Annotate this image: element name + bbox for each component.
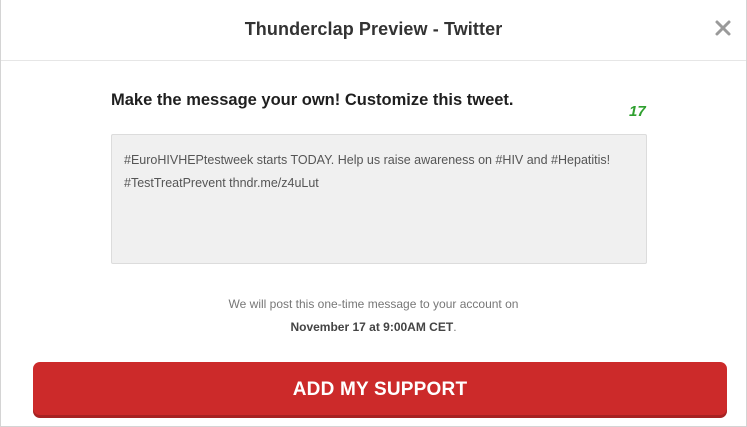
schedule-period: . bbox=[453, 320, 457, 334]
character-count: 17 bbox=[629, 103, 646, 120]
dialog-title: Thunderclap Preview - Twitter bbox=[244, 19, 503, 39]
schedule-note-text: We will post this one-time message to yo… bbox=[228, 297, 519, 311]
dialog-header: Thunderclap Preview - Twitter bbox=[1, 0, 746, 61]
close-icon bbox=[715, 20, 731, 36]
tweet-textarea[interactable]: #EuroHIVHEPtestweek starts TODAY. Help u… bbox=[111, 134, 647, 264]
close-button[interactable] bbox=[712, 17, 734, 39]
add-my-support-button[interactable]: ADD MY SUPPORT bbox=[33, 362, 727, 418]
schedule-note: We will post this one-time message to yo… bbox=[1, 293, 746, 339]
schedule-date: November 17 at 9:00AM CET bbox=[290, 320, 454, 334]
thunderclap-preview-dialog: Thunderclap Preview - Twitter Make the m… bbox=[0, 0, 747, 427]
customize-prompt: Make the message your own! Customize thi… bbox=[111, 91, 514, 109]
